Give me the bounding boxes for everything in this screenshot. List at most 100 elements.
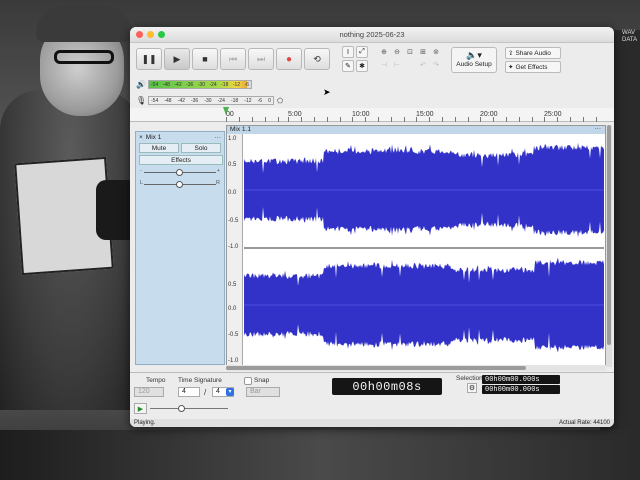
meter-tick-label: -24 (217, 98, 225, 104)
vertical-scrollbar[interactable] (606, 125, 612, 367)
horizontal-scrollbar[interactable] (226, 365, 606, 371)
time-sig-dropdown-icon[interactable]: ▾ (226, 388, 234, 396)
ruler-tick-mark (252, 117, 253, 122)
clip-title-bar[interactable]: Mix 1.1 ··· (227, 125, 605, 134)
mouse-cursor-icon: ➤ (323, 87, 331, 97)
time-sig-numerator[interactable]: 4 (178, 387, 200, 397)
undo-icon: ↶ (420, 62, 426, 69)
meter-tick-label: -54 (151, 82, 159, 88)
ruler-tick-mark (506, 117, 507, 122)
pause-button[interactable]: ❚❚ (136, 48, 162, 70)
audio-setup-button[interactable]: 🔈▾ Audio Setup (451, 47, 497, 73)
ruler-tick-label: 25:00 (544, 111, 562, 118)
track-menu-icon[interactable]: ··· (215, 134, 222, 141)
pause-icon: ❚❚ (141, 53, 157, 64)
amplitude-tick-label: -1.0 (228, 358, 239, 364)
selection-end-field[interactable]: 00h00m00.000s (482, 385, 560, 394)
meter-tick-label: -48 (162, 82, 170, 88)
silence-button[interactable]: ⊢ (391, 59, 403, 71)
redo-button[interactable]: ↷ (430, 59, 442, 71)
snap-label: Snap (254, 377, 270, 384)
record-meter[interactable]: -54 -48 -42 -36 -30 -24 -18 -12 -6 0 (148, 96, 274, 105)
zoom-in-button[interactable]: ⊕ (378, 46, 390, 58)
play-button[interactable]: ▶ (164, 48, 190, 70)
ruler-tick-mark (226, 117, 227, 122)
effects-icon: ✦ (508, 64, 514, 71)
amplitude-tick-label: -0.5 (228, 332, 239, 338)
close-track-icon[interactable]: × (139, 134, 143, 141)
record-meter-options-icon[interactable]: ⬠ (277, 97, 283, 105)
undo-button[interactable]: ↶ (417, 59, 429, 71)
selection-settings-icon[interactable]: ⚙ (467, 383, 477, 393)
left-channel-waveform[interactable] (244, 136, 604, 244)
ruler-tick-mark (378, 117, 379, 122)
stop-button[interactable]: ■ (192, 48, 218, 70)
solo-button[interactable]: Solo (181, 143, 221, 153)
ruler-tick-mark (557, 117, 558, 122)
mute-button[interactable]: Mute (139, 143, 179, 153)
pan-slider[interactable]: L R (140, 179, 220, 189)
playback-speed-knob[interactable] (178, 405, 185, 412)
ruler-tick-mark (519, 117, 520, 122)
fit-selection-icon: ⊡ (407, 49, 413, 56)
gain-slider-knob[interactable] (176, 169, 183, 176)
meter-tick-label: -6 (257, 98, 263, 104)
effects-button[interactable]: Effects (139, 155, 223, 165)
time-display[interactable]: 00h00m08s (332, 378, 442, 395)
ruler-tick-mark (404, 117, 405, 122)
skip-end-icon: ⏭ (256, 53, 266, 64)
background-floor (0, 430, 640, 480)
pan-left-label: L (140, 180, 144, 186)
playback-meter[interactable]: -54 -48 -42 -36 -30 -24 -18 -12 -6 (148, 80, 252, 89)
track-header: × Mix 1 ··· (136, 132, 224, 142)
play-at-speed-button[interactable]: ▶ (134, 403, 147, 414)
share-icon: ⇪ (508, 50, 514, 57)
horizontal-scroll-thumb[interactable] (226, 366, 526, 370)
skip-to-end-button[interactable]: ⏭ (248, 48, 274, 70)
fit-project-button[interactable]: ⊞ (417, 46, 429, 58)
snap-checkbox[interactable] (244, 377, 252, 385)
track-name[interactable]: Mix 1 (146, 134, 162, 141)
ruler-tick-label: 20:00 (480, 111, 498, 118)
record-meter-row: 🎙 -54 -48 -42 -36 -30 -24 -18 -12 -6 0 ⬠ (136, 96, 283, 105)
ruler-tick-mark (442, 117, 443, 122)
ruler-tick-mark (352, 117, 353, 122)
snap-dropdown[interactable]: Bar (246, 387, 280, 397)
waveform-area[interactable]: Mix 1.1 ··· 1.0 0.5 0.0 -0.5 -1.0 0.5 0.0 -0.5 -… (226, 125, 606, 367)
draw-tool[interactable]: ✎ (342, 60, 354, 72)
selection-start-field[interactable]: 00h00m00.000s (482, 375, 560, 384)
right-channel-waveform[interactable] (244, 251, 604, 359)
speaker-meter-icon: 🔊 (136, 80, 146, 89)
multi-tool[interactable]: ✱ (356, 60, 368, 72)
selection-tool[interactable]: I (342, 46, 354, 58)
time-signature-label: Time Signature (178, 377, 222, 384)
zoom-out-button[interactable]: ⊖ (391, 46, 403, 58)
amplitude-tick-label: 0.5 (228, 162, 237, 168)
zoom-in-icon: ⊕ (381, 49, 387, 56)
playback-meter-scale: -54 -48 -42 -36 -30 -24 -18 -12 -6 (151, 82, 249, 88)
record-button[interactable]: ● (276, 48, 302, 70)
ruler-tick-mark (416, 117, 417, 122)
record-meter-scale: -54 -48 -42 -36 -30 -24 -18 -12 -6 0 (151, 98, 271, 104)
trim-button[interactable]: ⊣ (378, 59, 390, 71)
ruler-tick-label: 00 (226, 111, 234, 118)
timeline-ruler[interactable]: 00 5:00 10:00 15:00 20:00 25:00 (130, 108, 614, 122)
get-effects-button[interactable]: ✦ Get Effects (505, 61, 561, 73)
tempo-field[interactable]: 120 (134, 387, 164, 397)
clip-menu-icon[interactable]: ··· (595, 125, 602, 132)
get-effects-label: Get Effects (515, 63, 548, 71)
share-audio-button[interactable]: ⇪ Share Audio (505, 47, 561, 59)
pan-slider-knob[interactable] (176, 181, 183, 188)
vertical-scroll-thumb[interactable] (607, 125, 611, 345)
envelope-tool[interactable]: ⤢ (356, 46, 368, 58)
zoom-toggle-button[interactable]: ⊚ (430, 46, 442, 58)
gain-slider[interactable]: - + (140, 167, 220, 177)
playback-speed-slider[interactable] (150, 408, 228, 409)
fit-selection-button[interactable]: ⊡ (404, 46, 416, 58)
loop-button[interactable]: ⟲ (304, 48, 330, 70)
meter-tick-label: -36 (186, 82, 194, 88)
audio-setup-label: Audio Setup (456, 61, 492, 68)
zoom-out-icon: ⊖ (394, 49, 400, 56)
skip-to-start-button[interactable]: ⏮ (220, 48, 246, 70)
ruler-tick-mark (583, 117, 584, 122)
